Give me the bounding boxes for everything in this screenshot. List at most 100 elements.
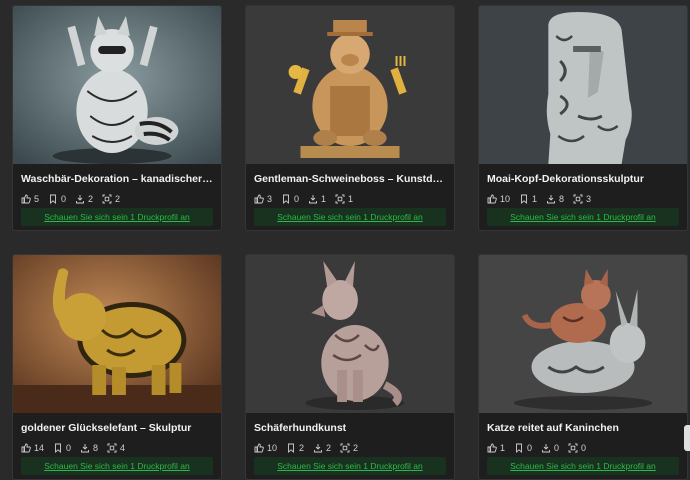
downloads-count: 2 [326,443,332,453]
model-image-elephant[interactable] [13,255,221,413]
downloads-count: 8 [93,443,99,453]
likes-count: 10 [267,443,278,453]
collections-stat: 0 [48,194,66,204]
model-title[interactable]: Katze reitet auf Kaninchen [487,422,681,434]
model-title[interactable]: Waschbär-Dekoration – kanadischer Fr… [21,173,215,185]
model-image-shepherd-dog[interactable] [246,255,454,413]
prints-count: 4 [120,443,126,453]
prints-count: 2 [115,194,121,204]
downloads-count: 1 [321,194,327,204]
collections-count: 0 [66,443,72,453]
prints-stat: 2 [102,194,120,204]
model-stats: 3 0 1 1 [254,194,448,204]
likes-stat: 10 [487,194,510,204]
prints-count: 1 [348,194,354,204]
downloads-stat: 2 [75,194,93,204]
likes-count: 14 [34,443,45,453]
bookmark-icon [288,443,294,453]
likes-count: 5 [34,194,40,204]
download-icon [542,444,550,453]
download-icon [81,444,89,453]
thumbs-up-icon [487,443,497,453]
side-scroll-tab[interactable] [684,425,690,451]
prints-stat: 0 [568,443,586,453]
downloads-stat: 2 [313,443,331,453]
model-card[interactable]: Schäferhundkunst 10 2 2 2 Schauen Sie si… [245,254,455,480]
likes-stat: 14 [21,443,44,453]
downloads-stat: 8 [80,443,98,453]
model-title[interactable]: Gentleman-Schweineboss – Kunstdeko… [254,173,448,185]
model-card[interactable]: Gentleman-Schweineboss – Kunstdeko… 3 0 … [245,5,455,231]
model-title[interactable]: goldener Glückselefant – Skulptur [21,422,215,434]
model-card[interactable]: goldener Glückselefant – Skulptur 14 0 8… [12,254,222,480]
model-image-cat-on-rabbit[interactable] [479,255,687,413]
model-title[interactable]: Moai-Kopf-Dekorationsskulptur [487,173,681,185]
collections-stat: 0 [514,443,532,453]
print-profile-link[interactable]: Schauen Sie sich sein 1 Druckprofil an [487,208,679,226]
downloads-stat: 0 [541,443,559,453]
print-icon [573,194,583,204]
print-icon [102,194,112,204]
model-card[interactable]: Waschbär-Dekoration – kanadischer Fr… 5 … [12,5,222,231]
model-image-raccoon[interactable] [13,6,221,164]
model-stats: 5 0 2 2 [21,194,215,204]
prints-stat: 1 [335,194,353,204]
collections-count: 2 [299,443,305,453]
prints-count: 0 [581,443,587,453]
thumbs-up-icon [254,443,264,453]
thumbs-up-icon [21,194,31,204]
print-profile-link[interactable]: Schauen Sie sich sein 1 Druckprofil an [254,457,446,475]
model-card[interactable]: Katze reitet auf Kaninchen 1 0 0 0 Schau… [478,254,688,480]
bookmark-icon [55,443,61,453]
bookmark-icon [50,194,56,204]
collections-count: 0 [294,194,300,204]
downloads-stat: 8 [546,194,564,204]
model-stats: 1 0 0 0 [487,443,681,453]
download-icon [309,195,317,204]
downloads-count: 8 [559,194,565,204]
model-image-moai[interactable] [479,6,687,164]
print-icon [568,443,578,453]
print-profile-link[interactable]: Schauen Sie sich sein 1 Druckprofil an [487,457,679,475]
print-profile-link[interactable]: Schauen Sie sich sein 1 Druckprofil an [254,208,446,226]
likes-count: 10 [500,194,511,204]
collections-stat: 0 [53,443,71,453]
print-profile-link[interactable]: Schauen Sie sich sein 1 Druckprofil an [21,457,213,475]
collections-count: 1 [532,194,538,204]
bookmark-icon [521,194,527,204]
print-icon [107,443,117,453]
print-profile-link[interactable]: Schauen Sie sich sein 1 Druckprofil an [21,208,213,226]
download-icon [76,195,84,204]
collections-stat: 0 [281,194,299,204]
likes-count: 3 [267,194,273,204]
downloads-count: 0 [554,443,560,453]
print-icon [340,443,350,453]
prints-count: 2 [353,443,359,453]
download-icon [314,444,322,453]
download-icon [547,195,555,204]
downloads-count: 2 [88,194,94,204]
print-icon [335,194,345,204]
prints-stat: 3 [573,194,591,204]
likes-stat: 3 [254,194,272,204]
collections-stat: 2 [286,443,304,453]
model-image-pig[interactable] [246,6,454,164]
prints-stat: 2 [340,443,358,453]
collections-count: 0 [527,443,533,453]
collections-stat: 1 [519,194,537,204]
likes-count: 1 [500,443,506,453]
collections-count: 0 [61,194,67,204]
likes-stat: 1 [487,443,505,453]
model-title[interactable]: Schäferhundkunst [254,422,448,434]
likes-stat: 10 [254,443,277,453]
bookmark-icon [283,194,289,204]
model-stats: 10 1 8 3 [487,194,681,204]
thumbs-up-icon [254,194,264,204]
prints-count: 3 [586,194,592,204]
bookmark-icon [516,443,522,453]
prints-stat: 4 [107,443,125,453]
model-card[interactable]: Moai-Kopf-Dekorationsskulptur 10 1 8 3 S… [478,5,688,231]
thumbs-up-icon [487,194,497,204]
model-stats: 10 2 2 2 [254,443,448,453]
model-stats: 14 0 8 4 [21,443,215,453]
